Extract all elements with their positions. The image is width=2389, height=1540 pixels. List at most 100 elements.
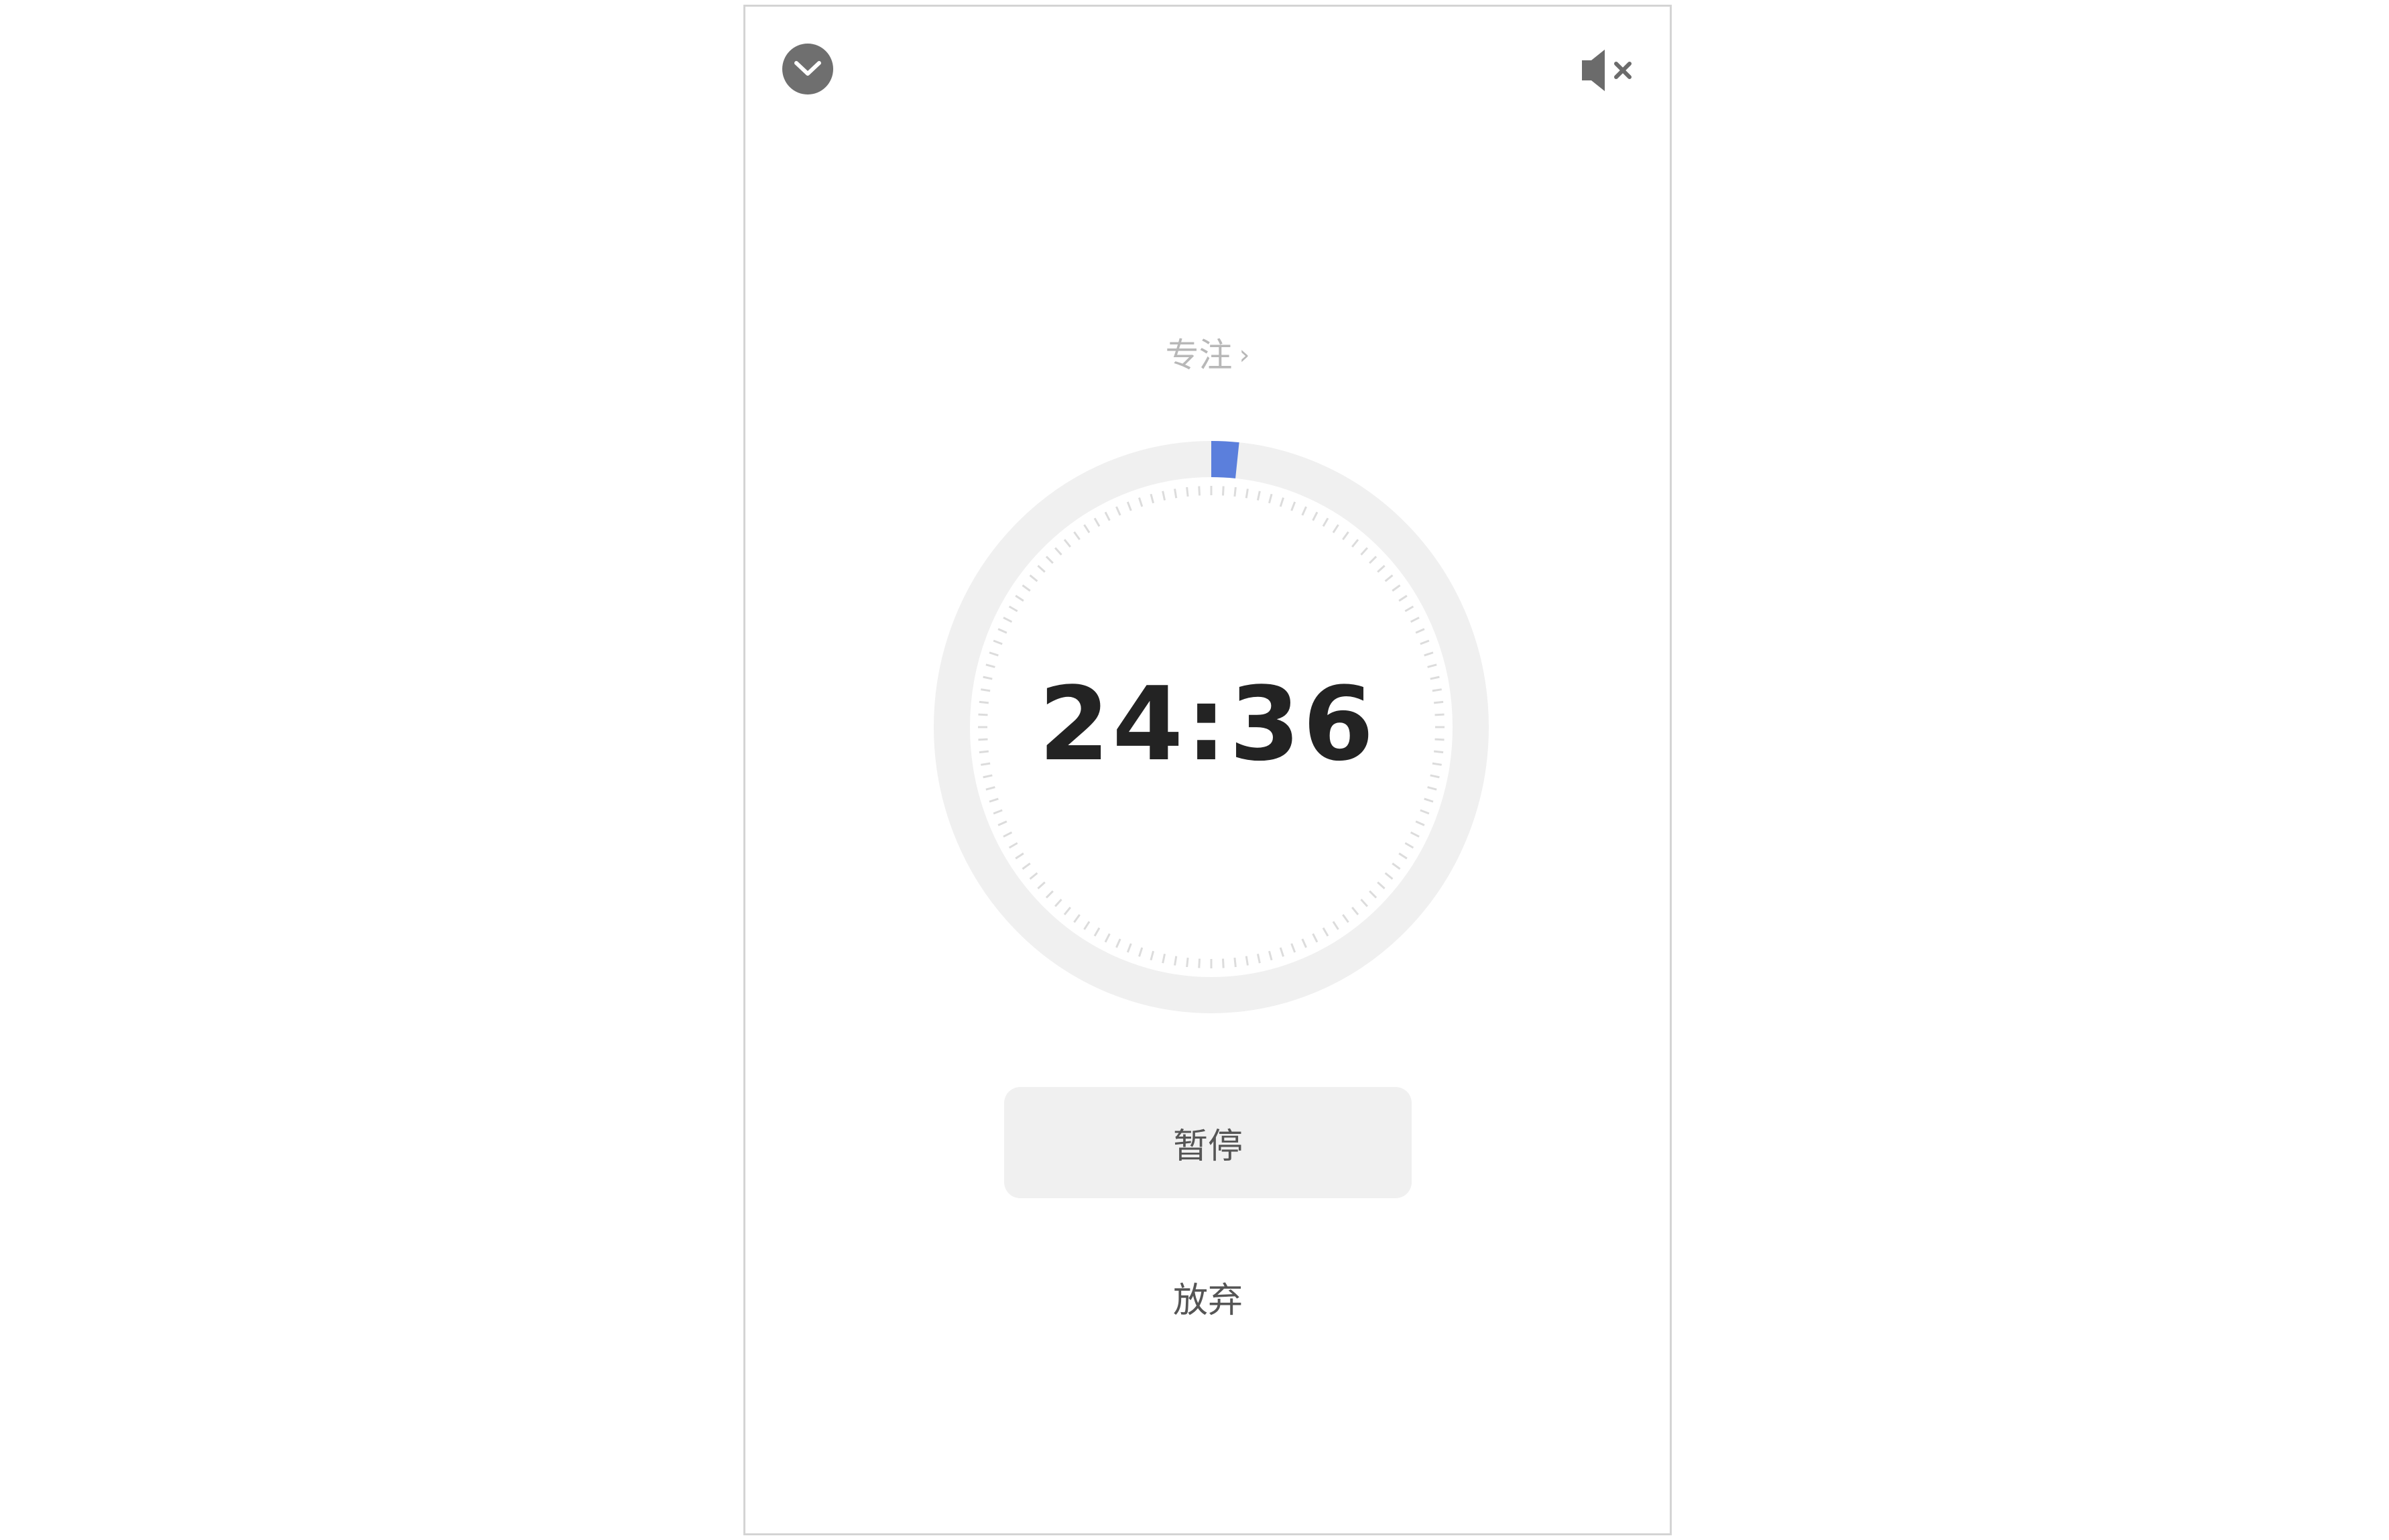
dial-tick: [1268, 493, 1273, 504]
dial-tick: [1093, 927, 1101, 937]
dial-tick: [1384, 574, 1394, 582]
focus-mode-label: 专注: [1165, 336, 1233, 375]
dial-tick: [1054, 547, 1062, 556]
dial-tick: [1332, 524, 1339, 533]
dial-tick: [1115, 506, 1121, 516]
dial-tick: [1360, 899, 1368, 907]
dial-tick: [1410, 617, 1420, 623]
dial-tick: [989, 651, 999, 657]
dial-tick: [1398, 852, 1408, 860]
dial-tick: [1342, 914, 1349, 923]
dial-tick: [1404, 842, 1414, 849]
dial-tick: [1268, 950, 1273, 961]
dial-tick: [1186, 957, 1189, 968]
dial-tick: [1424, 797, 1434, 803]
dial-tick: [1073, 531, 1081, 540]
dial-tick: [1301, 938, 1307, 948]
dial-tick: [1430, 774, 1440, 779]
dial-tick: [1360, 547, 1368, 556]
dial-tick: [1290, 943, 1296, 953]
progress-arc: [1211, 441, 1239, 478]
timer-window: 专注 › 24:36 暂停 放弃: [743, 5, 1672, 1535]
dial-tick: [1351, 539, 1359, 548]
dial-tick: [1045, 556, 1054, 564]
dial-tick: [1342, 531, 1349, 540]
dial-tick: [1384, 872, 1394, 880]
dial-tick: [1008, 842, 1018, 849]
time-remaining: 24:36: [1038, 665, 1377, 783]
dial-tick: [1427, 786, 1437, 791]
dial-tick: [1162, 491, 1166, 501]
dial-tick: [1332, 921, 1339, 930]
dial-tick: [985, 786, 995, 791]
dial-tick: [1138, 497, 1144, 507]
dial-tick: [1029, 574, 1038, 582]
dial-tick: [1392, 584, 1401, 592]
dial-tick: [1415, 820, 1425, 826]
dial-tick: [1256, 954, 1261, 964]
dial-tick: [1245, 956, 1249, 966]
dial-tick: [1312, 511, 1319, 521]
dial-tick: [985, 663, 995, 668]
dial-tick: [993, 639, 1003, 645]
dial-tick: [1150, 493, 1155, 504]
dial-tick: [1398, 594, 1408, 602]
dial-tick: [1104, 933, 1111, 943]
chevron-right-icon: ›: [1239, 340, 1250, 371]
dial-tick: [1377, 881, 1386, 890]
dial-tick: [1115, 938, 1121, 948]
dial-tick: [1054, 899, 1062, 907]
dial-tick: [1022, 862, 1031, 870]
dial-tick: [997, 820, 1007, 826]
dial-tick: [1003, 617, 1013, 623]
dial-tick: [1424, 651, 1434, 657]
dial-tick: [1312, 933, 1319, 943]
dial-tick: [1415, 628, 1425, 634]
dial-tick: [1420, 809, 1430, 815]
dial-tick: [1138, 947, 1144, 957]
dial-tick: [1392, 862, 1401, 870]
dial-tick: [1322, 927, 1329, 937]
speaker-muted-icon: [1582, 50, 1632, 91]
dial-tick: [1186, 487, 1189, 497]
dial-tick: [1279, 497, 1284, 507]
dial-tick: [1174, 956, 1178, 966]
dial-tick: [1377, 564, 1386, 573]
dial-tick: [1037, 564, 1046, 573]
dial-tick: [1279, 947, 1284, 957]
dial-tick: [1245, 489, 1249, 499]
dial-tick: [1015, 594, 1024, 602]
abandon-button[interactable]: 放弃: [1071, 1267, 1345, 1327]
dial-tick: [1162, 954, 1166, 964]
dial-tick: [1198, 486, 1201, 496]
dial-tick: [1126, 943, 1132, 953]
dial-tick: [1369, 556, 1377, 564]
dial-tick: [1420, 639, 1430, 645]
dial-tick: [1083, 921, 1091, 930]
mute-toggle-button[interactable]: [1579, 47, 1641, 95]
dial-tick: [1369, 890, 1377, 899]
focus-mode-selector[interactable]: 专注 ›: [745, 328, 1670, 377]
dial-tick: [1427, 663, 1437, 668]
dial-tick: [1198, 958, 1201, 968]
dial-tick: [993, 809, 1003, 815]
dial-tick: [1073, 914, 1081, 923]
dial-tick: [1015, 852, 1024, 860]
dial-tick: [1256, 491, 1261, 501]
dial-tick: [989, 797, 999, 803]
dial-tick: [1290, 501, 1296, 511]
chevron-down-icon: [794, 61, 821, 76]
dial-tick: [1351, 906, 1359, 915]
dial-tick: [1008, 605, 1018, 613]
dial-tick: [1083, 524, 1091, 533]
dial-tick: [1404, 605, 1414, 613]
dial-tick: [1174, 489, 1178, 499]
dial-tick: [1063, 539, 1071, 548]
dial-tick: [1150, 950, 1155, 961]
dial-tick: [1037, 881, 1046, 890]
collapse-button[interactable]: [782, 44, 833, 94]
dial-tick: [1126, 501, 1132, 511]
pause-button[interactable]: 暂停: [1004, 1087, 1412, 1198]
dial-tick: [1410, 831, 1420, 838]
dial-tick: [1093, 517, 1101, 527]
